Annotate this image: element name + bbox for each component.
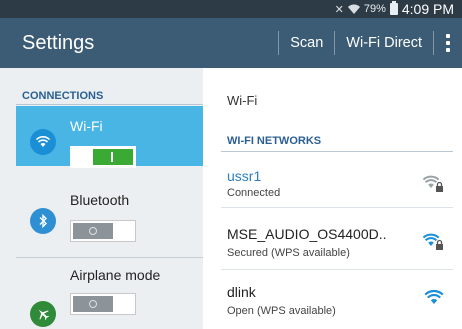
sidebar-item-label: Wi-Fi <box>70 118 103 134</box>
connections-panel: CONNECTIONS Wi-Fi Bluetooth Airplane mod… <box>0 68 203 329</box>
wifi-network-item[interactable]: ussr1 Connected <box>221 152 453 208</box>
wifi-direct-button[interactable]: Wi-Fi Direct <box>335 35 433 51</box>
wifi-network-item[interactable]: MSE_AUDIO_OS4400D.. Secured (WPS availab… <box>221 208 453 270</box>
network-status: Open (WPS available) <box>227 305 336 317</box>
action-bar: Settings Scan Wi-Fi Direct <box>0 18 462 68</box>
airplane-mode-toggle[interactable] <box>70 293 136 315</box>
wifi-signal-locked-icon <box>423 175 443 192</box>
wifi-network-item[interactable]: dlink Open (WPS available) <box>221 270 453 329</box>
mute-icon: ✕ <box>334 3 344 16</box>
wifi-networks-header: WI-FI NETWORKS <box>227 135 322 147</box>
network-status: Secured (WPS available) <box>227 247 350 259</box>
page-title: Settings <box>22 31 95 54</box>
battery-icon <box>389 1 398 15</box>
scan-button[interactable]: Scan <box>279 35 334 51</box>
wifi-panel-title: Wi-Fi <box>227 93 258 108</box>
airplane-icon <box>30 301 56 327</box>
more-options-icon[interactable] <box>434 34 462 52</box>
network-name: ussr1 <box>227 168 262 184</box>
wifi-signal-locked-icon <box>423 233 443 250</box>
sidebar-item-wifi[interactable]: Wi-Fi <box>16 106 203 168</box>
sidebar-item-label: Bluetooth <box>70 192 130 208</box>
wifi-status-icon <box>347 4 360 14</box>
wifi-panel: Wi-Fi WI-FI NETWORKS ussr1 Connected MSE… <box>203 68 462 329</box>
bluetooth-icon <box>30 208 56 234</box>
wifi-icon <box>30 129 56 155</box>
network-name: MSE_AUDIO_OS4400D.. <box>227 226 387 242</box>
sidebar-item-airplane-mode[interactable]: Airplane mode <box>16 258 203 329</box>
sidebar-item-bluetooth[interactable]: Bluetooth <box>16 166 203 258</box>
wifi-toggle[interactable] <box>70 146 136 168</box>
sidebar-item-label: Airplane mode <box>70 267 161 283</box>
status-clock: 4:09 PM <box>401 1 454 17</box>
connections-header: CONNECTIONS <box>22 90 104 102</box>
battery-percent: 79% <box>363 3 386 15</box>
section-divider <box>16 104 203 105</box>
network-status: Connected <box>227 187 281 199</box>
wifi-signal-icon <box>424 289 444 304</box>
bluetooth-toggle[interactable] <box>70 220 136 242</box>
status-bar: ✕ 79% 4:09 PM <box>0 0 462 18</box>
network-name: dlink <box>227 284 256 300</box>
